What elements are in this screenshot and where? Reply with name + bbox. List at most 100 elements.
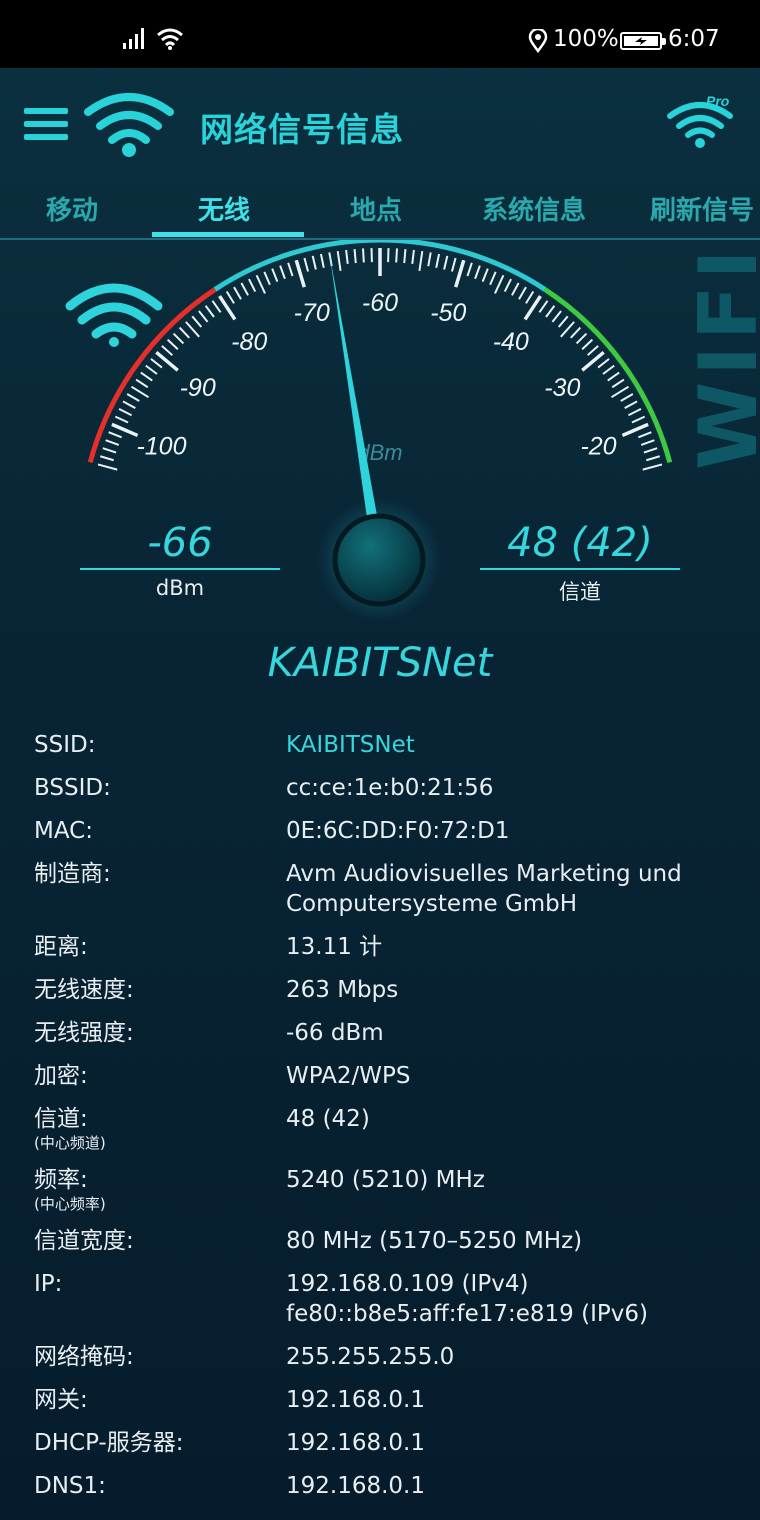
gauge-minor-tick — [575, 332, 588, 345]
gauge-wifi-icon — [65, 283, 163, 347]
info-row-mac: MAC: 0E:6C:DD:F0:72:D1 — [34, 816, 734, 846]
gauge-minor-tick — [418, 250, 424, 272]
gauge-minor-tick — [481, 268, 489, 283]
location-icon — [528, 29, 548, 53]
info-value: 0E:6C:DD:F0:72:D1 — [286, 818, 510, 844]
info-key: SSID: — [34, 732, 96, 758]
battery-percent: 100% — [553, 26, 619, 52]
gauge-minor-tick — [126, 393, 140, 402]
gauge-minor-tick — [353, 249, 357, 264]
info-key: 信道: — [34, 1106, 88, 1132]
gauge-minor-tick — [411, 249, 415, 264]
svg-text:Pro: Pro — [706, 93, 730, 109]
info-value: -66 dBm — [286, 1020, 384, 1046]
gauge-minor-tick — [118, 408, 133, 417]
info-row-ssid: SSID: KAIBITSNet — [34, 730, 734, 760]
gauge-minor-tick — [114, 415, 129, 424]
gauge-major-tick — [454, 259, 466, 288]
tab-location[interactable]: 地点 — [350, 190, 402, 227]
gauge-minor-tick — [303, 257, 310, 272]
info-value: 80 MHz (5170–5250 MHz) — [286, 1228, 583, 1254]
info-key: MAC: — [34, 818, 93, 844]
info-row-netmask: 网络掩码: 255.255.255.0 — [34, 1342, 734, 1372]
tab-system-info[interactable]: 系统信息 — [482, 190, 586, 227]
gauge-scale-label: -80 — [231, 328, 267, 356]
info-value: WPA2/WPS — [286, 1063, 411, 1089]
channel-label: 信道 — [559, 580, 601, 604]
info-row-channel: 信道: (中心频道) 48 (42) — [34, 1104, 734, 1152]
tab-bar: 移动 无线 地点 系统信息 刷新信号 — [0, 180, 760, 240]
info-key: 无线强度: — [34, 1020, 134, 1046]
gauge-scale-labels: -100 -90 -80 -70 -60 -50 -40 -30 -20 — [136, 289, 616, 461]
info-row-dhcp: DHCP-服务器: 192.168.0.1 — [34, 1428, 734, 1458]
gauge-minor-tick — [255, 274, 266, 294]
info-key: 信道宽度: — [34, 1228, 134, 1254]
gauge-minor-tick — [102, 447, 117, 454]
gauge-minor-tick — [646, 455, 661, 462]
gauge-scale-label: -20 — [580, 433, 616, 461]
gauge-minor-tick — [640, 439, 655, 446]
gauge-minor-tick — [631, 415, 646, 424]
signal-unit: dBm — [155, 576, 205, 600]
gauge-minor-tick — [233, 286, 242, 300]
clock: 6:07 — [668, 26, 720, 52]
info-value: 48 (42) — [286, 1106, 370, 1132]
gauge-minor-tick — [494, 274, 505, 294]
gauge-scale-label: -30 — [544, 374, 580, 402]
gauge-minor-tick — [122, 400, 136, 409]
gauge-minor-tick — [581, 338, 594, 350]
tab-mobile[interactable]: 移动 — [46, 190, 98, 227]
gauge-minor-tick — [145, 364, 158, 375]
app-bar: 网络信号信息 Pro — [0, 68, 760, 180]
info-value: 5240 (5210) MHz — [286, 1167, 485, 1193]
menu-icon[interactable] — [24, 108, 68, 140]
info-key: 网关: — [34, 1387, 88, 1413]
info-row-ip: IP: 192.168.0.109 (IPv4) fe80::b8e5:aff:… — [34, 1269, 734, 1329]
gauge-minor-tick — [587, 345, 599, 356]
gauge-minor-tick — [611, 378, 625, 389]
info-key: IP: — [34, 1271, 63, 1297]
gauge-minor-tick — [511, 282, 520, 296]
info-key-sub: (中心频道) — [34, 1134, 106, 1152]
gauge-major-tick — [621, 422, 649, 438]
gauge-minor-tick — [570, 326, 582, 339]
cell-signal-icon — [123, 28, 144, 49]
tab-refresh-signal[interactable]: 刷新信号 — [650, 190, 754, 227]
info-value: cc:ce:1e:b0:21:56 — [286, 775, 494, 801]
gauge-minor-tick — [607, 371, 620, 382]
info-key: 网络掩码: — [34, 1344, 134, 1370]
network-name: KAIBITSNet — [267, 640, 493, 686]
gauge-minor-tick — [557, 315, 569, 328]
gauge-minor-tick — [403, 249, 407, 264]
gauge-minor-tick — [551, 310, 562, 323]
wifi-status-icon — [157, 28, 183, 50]
info-row-manufacturer: 制造商: Avm Audiovisuelles Marketing und Co… — [34, 859, 734, 919]
info-key: 制造商: — [34, 861, 111, 887]
gauge-minor-tick — [319, 253, 325, 268]
gauge-minor-tick — [624, 400, 638, 409]
gauge-minor-tick — [178, 326, 190, 339]
signal-value: -66 — [147, 520, 213, 566]
gauge-minor-tick — [642, 463, 663, 471]
tab-wireless[interactable]: 无线 — [198, 190, 250, 227]
gauge-minor-tick — [560, 321, 575, 338]
gauge-minor-tick — [135, 378, 149, 389]
gauge-scale-label: -60 — [362, 289, 398, 317]
info-key: DNS1: — [34, 1473, 106, 1499]
gauge-major-tick — [111, 422, 139, 438]
gauge-minor-tick — [240, 282, 249, 296]
info-value: 192.168.0.109 (IPv4) — [286, 1271, 529, 1297]
gauge-minor-tick — [518, 286, 527, 300]
info-value: 263 Mbps — [286, 977, 399, 1003]
info-key-sub: (中心频率) — [34, 1195, 106, 1213]
gauge-scale-label: -100 — [136, 433, 186, 461]
pro-wifi-icon[interactable]: Pro — [664, 92, 736, 152]
info-row-strength: 无线强度: -66 dBm — [34, 1018, 734, 1048]
app-title: 网络信号信息 — [200, 110, 404, 149]
gauge-scale-label: -50 — [430, 299, 466, 327]
info-key: 加密: — [34, 1063, 88, 1089]
gauge-minor-tick — [99, 455, 114, 462]
gauge-minor-tick — [198, 310, 209, 323]
gauge-major-tick — [155, 350, 179, 372]
info-value: Avm Audiovisuelles Marketing und — [286, 861, 682, 887]
